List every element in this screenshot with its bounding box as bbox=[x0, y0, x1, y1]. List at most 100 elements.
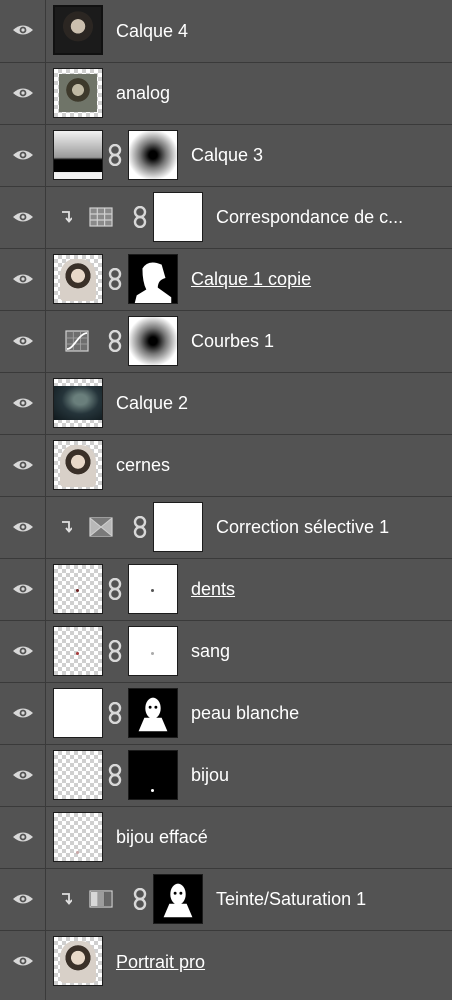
layer-thumbnail bbox=[53, 440, 103, 490]
layer-mask-thumbnail[interactable] bbox=[128, 688, 178, 738]
layer-mask-thumbnail[interactable] bbox=[128, 254, 178, 304]
visibility-toggle[interactable] bbox=[0, 249, 46, 310]
layer-row-color-lookup[interactable]: Correspondance de c... bbox=[0, 186, 452, 248]
visibility-toggle[interactable] bbox=[0, 621, 46, 682]
layer-name[interactable]: Correction sélective 1 bbox=[216, 497, 389, 558]
eye-icon[interactable] bbox=[12, 644, 34, 658]
visibility-toggle[interactable] bbox=[0, 63, 46, 124]
layer-row-dents[interactable]: dents bbox=[0, 558, 452, 620]
layer-name[interactable]: bijou effacé bbox=[116, 807, 208, 868]
layer-row-courbes-1[interactable]: Courbes 1 bbox=[0, 310, 452, 372]
layer-name[interactable]: Teinte/Saturation 1 bbox=[216, 869, 366, 930]
layer-name[interactable]: Calque 1 copie bbox=[191, 249, 311, 310]
visibility-toggle[interactable] bbox=[0, 373, 46, 434]
eye-icon[interactable] bbox=[12, 520, 34, 534]
visibility-toggle[interactable] bbox=[0, 931, 46, 1000]
eye-icon[interactable] bbox=[12, 706, 34, 720]
eye-icon[interactable] bbox=[12, 954, 34, 968]
visibility-toggle[interactable] bbox=[0, 559, 46, 620]
layer-row-calque-2[interactable]: Calque 2 bbox=[0, 372, 452, 434]
eye-icon[interactable] bbox=[12, 830, 34, 844]
layer-thumbnail bbox=[53, 378, 103, 428]
curves-icon bbox=[65, 330, 89, 352]
layer-row-analog[interactable]: analog bbox=[0, 62, 452, 124]
link-icon[interactable] bbox=[108, 144, 122, 166]
link-icon[interactable] bbox=[133, 516, 147, 538]
layer-name[interactable]: Correspondance de c... bbox=[216, 187, 403, 248]
layer-row-hue-saturation[interactable]: Teinte/Saturation 1 bbox=[0, 868, 452, 930]
visibility-toggle[interactable] bbox=[0, 683, 46, 744]
layer-row-calque-4[interactable]: Calque 4 bbox=[0, 0, 452, 62]
layer-thumbnail bbox=[53, 130, 103, 180]
layer-name[interactable]: dents bbox=[191, 559, 235, 620]
visibility-toggle[interactable] bbox=[0, 497, 46, 558]
layer-name[interactable]: Calque 2 bbox=[116, 373, 188, 434]
visibility-toggle[interactable] bbox=[0, 0, 46, 62]
layer-mask-thumbnail[interactable] bbox=[153, 502, 203, 552]
eye-icon[interactable] bbox=[12, 768, 34, 782]
visibility-toggle[interactable] bbox=[0, 311, 46, 372]
layer-name[interactable]: cernes bbox=[116, 435, 170, 496]
layer-mask-thumbnail[interactable] bbox=[128, 316, 178, 366]
selective-color-icon bbox=[89, 517, 113, 537]
clipping-arrow-icon bbox=[62, 521, 72, 533]
eye-icon[interactable] bbox=[12, 23, 34, 37]
link-icon[interactable] bbox=[108, 702, 122, 724]
eye-icon[interactable] bbox=[12, 334, 34, 348]
layers-panel: Calque 4 analog Calque 3 Correspondance … bbox=[0, 0, 452, 1000]
layer-row-calque-3[interactable]: Calque 3 bbox=[0, 124, 452, 186]
layer-name[interactable]: Calque 4 bbox=[116, 0, 188, 62]
visibility-toggle[interactable] bbox=[0, 745, 46, 806]
layer-name[interactable]: Courbes 1 bbox=[191, 311, 274, 372]
layer-mask-thumbnail[interactable] bbox=[128, 626, 178, 676]
layer-thumbnail bbox=[53, 5, 103, 55]
eye-icon[interactable] bbox=[12, 458, 34, 472]
layer-thumbnail bbox=[53, 254, 103, 304]
layer-row-bijou[interactable]: bijou bbox=[0, 744, 452, 806]
layer-mask-thumbnail[interactable] bbox=[128, 750, 178, 800]
visibility-toggle[interactable] bbox=[0, 125, 46, 186]
link-icon[interactable] bbox=[108, 268, 122, 290]
layer-name[interactable]: Calque 3 bbox=[191, 125, 263, 186]
eye-icon[interactable] bbox=[12, 272, 34, 286]
eye-icon[interactable] bbox=[12, 582, 34, 596]
layer-thumbnail bbox=[53, 626, 103, 676]
layer-row-calque-1-copie[interactable]: Calque 1 copie bbox=[0, 248, 452, 310]
visibility-toggle[interactable] bbox=[0, 869, 46, 930]
visibility-toggle[interactable] bbox=[0, 807, 46, 868]
layer-thumbnail bbox=[53, 564, 103, 614]
link-icon[interactable] bbox=[108, 640, 122, 662]
layer-row-portrait-pro[interactable]: Portrait pro bbox=[0, 930, 452, 1000]
layer-row-cernes[interactable]: cernes bbox=[0, 434, 452, 496]
layer-thumbnail bbox=[53, 812, 103, 862]
visibility-toggle[interactable] bbox=[0, 435, 46, 496]
eye-icon[interactable] bbox=[12, 86, 34, 100]
layer-thumbnail bbox=[53, 68, 103, 118]
layer-mask-thumbnail[interactable] bbox=[153, 192, 203, 242]
eye-icon[interactable] bbox=[12, 892, 34, 906]
layer-row-selective-color[interactable]: Correction sélective 1 bbox=[0, 496, 452, 558]
visibility-toggle[interactable] bbox=[0, 187, 46, 248]
layer-name[interactable]: Portrait pro bbox=[116, 931, 205, 993]
link-icon[interactable] bbox=[108, 764, 122, 786]
layer-row-peau-blanche[interactable]: peau blanche bbox=[0, 682, 452, 744]
layer-mask-thumbnail[interactable] bbox=[153, 874, 203, 924]
layer-mask-thumbnail[interactable] bbox=[128, 564, 178, 614]
clipping-arrow-icon bbox=[62, 893, 72, 905]
link-icon[interactable] bbox=[133, 206, 147, 228]
layer-name[interactable]: sang bbox=[191, 621, 230, 682]
eye-icon[interactable] bbox=[12, 210, 34, 224]
clipping-arrow-icon bbox=[62, 211, 72, 223]
link-icon[interactable] bbox=[108, 330, 122, 352]
eye-icon[interactable] bbox=[12, 396, 34, 410]
layer-mask-thumbnail[interactable] bbox=[128, 130, 178, 180]
color-lookup-grid-icon bbox=[89, 207, 113, 227]
layer-name[interactable]: bijou bbox=[191, 745, 229, 806]
layer-name[interactable]: peau blanche bbox=[191, 683, 299, 744]
layer-row-sang[interactable]: sang bbox=[0, 620, 452, 682]
layer-name[interactable]: analog bbox=[116, 63, 170, 124]
link-icon[interactable] bbox=[133, 888, 147, 910]
layer-row-bijou-efface[interactable]: bijou effacé bbox=[0, 806, 452, 868]
eye-icon[interactable] bbox=[12, 148, 34, 162]
link-icon[interactable] bbox=[108, 578, 122, 600]
